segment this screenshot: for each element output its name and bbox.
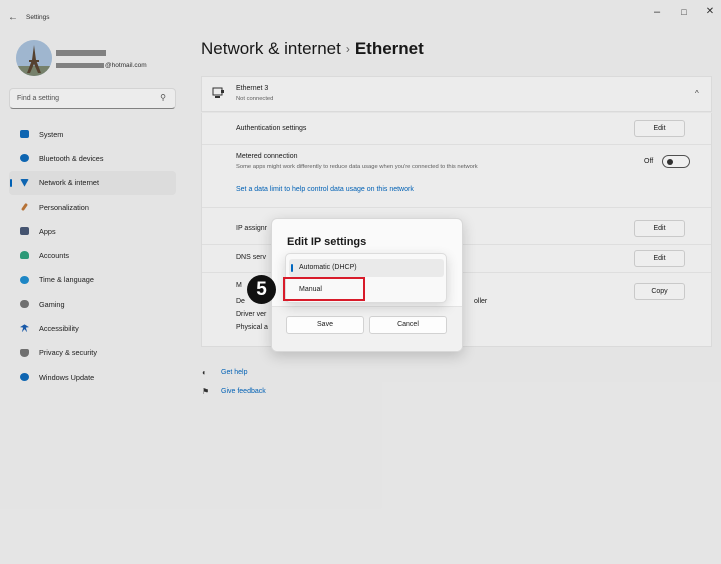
manual-highlight-box (283, 277, 365, 301)
option-automatic-dhcp[interactable]: Automatic (DHCP) (289, 259, 444, 277)
dialog-footer: Save Cancel (272, 306, 462, 351)
step-number-badge: 5 (247, 275, 276, 304)
dialog-title: Edit IP settings (287, 236, 367, 248)
save-button[interactable]: Save (286, 316, 364, 334)
settings-window: ← Settings – □ ✕ @hotmail.com Find a set… (0, 0, 721, 564)
cancel-button[interactable]: Cancel (369, 316, 447, 334)
